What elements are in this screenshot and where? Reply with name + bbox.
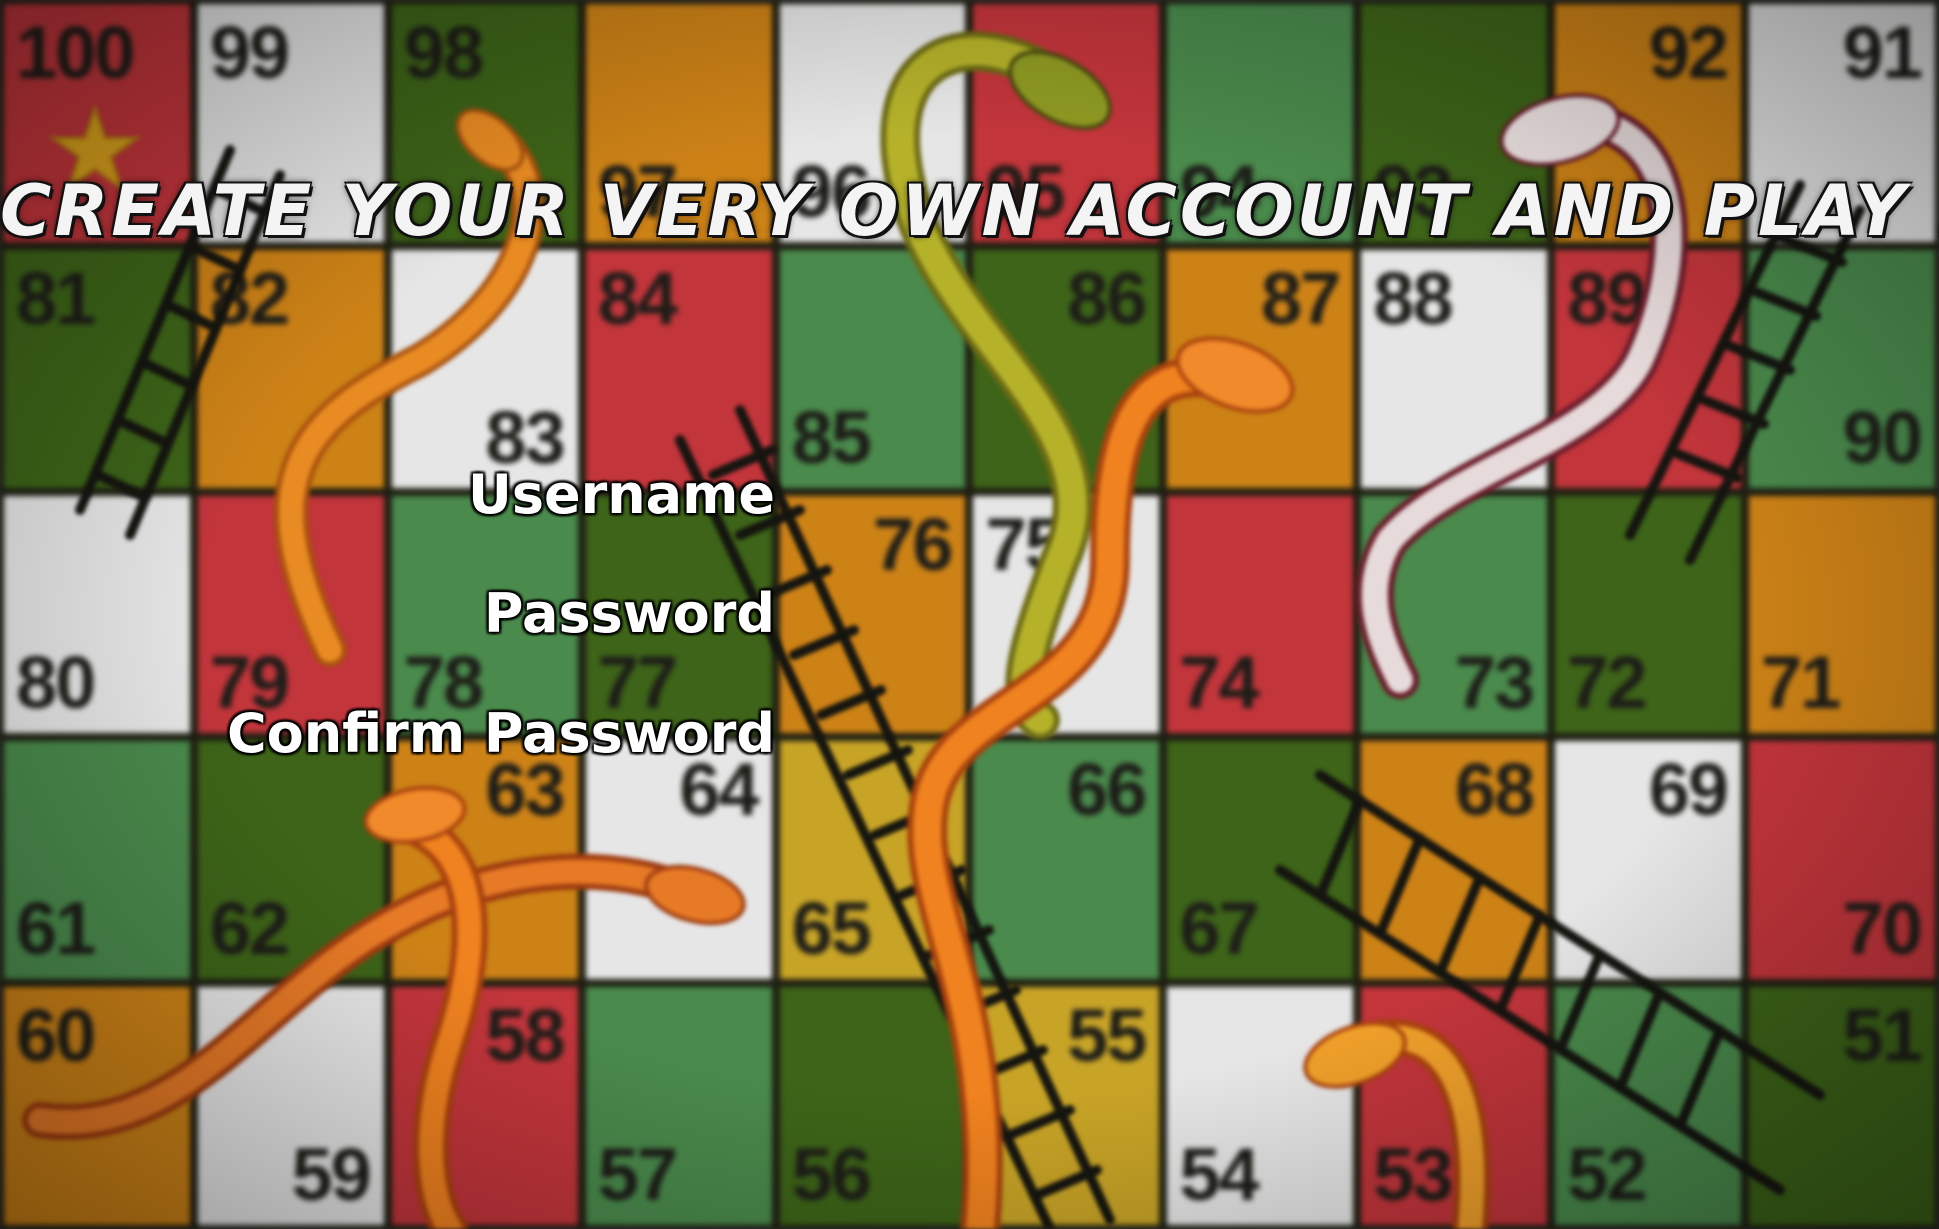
ladder-icon: [675, 405, 1115, 1229]
page-title: CREATE YOUR VERY OWN ACCOUNT AND PLAY !: [0, 170, 1939, 252]
snake-icon: [907, 336, 1295, 1229]
snake-icon: [22, 853, 746, 1140]
password-label: Password: [483, 582, 775, 645]
ladder-icon: [1275, 770, 1825, 1195]
snake-icon: [363, 785, 488, 1229]
snake-icon: [1303, 1019, 1491, 1229]
confirm-password-label: Confirm Password: [226, 702, 775, 765]
username-label: Username: [467, 463, 775, 526]
game-stage: 100 99 98 97 96 95 94 93 92 91 81 82 83 84 85 86 87 88 89 9…: [0, 0, 1939, 1229]
